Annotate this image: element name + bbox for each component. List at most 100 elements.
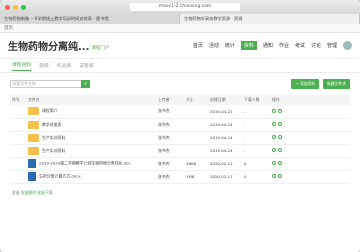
table-row[interactable]: 生药分离计算方式.docx 张书杰 1MB 2020-02-17 0 [10, 170, 350, 184]
table-row[interactable]: 2019-2020第二学期教学计划生物药物分离纯化.doc 张书杰 56KB 2020… [10, 157, 350, 171]
file-downloads: 0 [242, 170, 270, 184]
file-date: 2019-04-24 [208, 131, 242, 145]
file-name[interactable]: 生产实训资料 [42, 148, 65, 153]
file-name[interactable]: 教学进度表 [42, 122, 61, 127]
folder-icon [28, 120, 39, 129]
download-icon[interactable] [278, 161, 282, 165]
file-downloads: 0 [242, 157, 270, 171]
browser-window: mooc1-2.chaoxing.com 生物药物制备 -- 6学期线上教学培训… [0, 0, 360, 252]
file-date: 2020-02-12 [208, 157, 242, 171]
search-input[interactable]: 搜索文件名称 ⌕ [10, 80, 90, 88]
download-icon[interactable] [278, 122, 282, 126]
file-size: 1MB [184, 170, 208, 184]
add-material-button[interactable]: + 添加资料 [291, 79, 320, 89]
file-name[interactable]: 生产实训资料 [42, 135, 65, 140]
file-owner: 张书杰 [156, 118, 184, 132]
home-link[interactable]: 首页 [4, 25, 13, 31]
table-header-row: 序号 文件名 上传者 大小 创建日期 下载人数 操作 [10, 95, 350, 105]
nav-exam[interactable]: 考试 [295, 42, 305, 49]
tab-question-bank[interactable]: 题库 [39, 62, 49, 69]
nav-materials[interactable]: 资料 [240, 41, 257, 50]
col-owner: 上传者 [156, 95, 184, 105]
download-icon[interactable] [278, 135, 282, 139]
row-actions[interactable] [270, 118, 350, 132]
materials-toolbar: 搜索文件名称 ⌕ + 添加资料 新建文件夹 [0, 73, 360, 95]
course-subtitle[interactable]: 课程门户 [91, 45, 109, 51]
download-icon[interactable] [278, 174, 282, 178]
edit-icon[interactable] [272, 108, 276, 113]
nav-activity[interactable]: 活动 [209, 42, 219, 49]
download-icon[interactable] [278, 148, 282, 152]
batch-download-link[interactable]: 批量下载 [37, 190, 52, 195]
file-downloads: - [242, 105, 270, 119]
file-name[interactable]: 2019-2020第二学期教学计划生物药物分离纯化.doc [39, 161, 131, 166]
file-size [184, 144, 208, 158]
table-row[interactable]: 生产实训资料 张书杰 2019-04-24- [10, 131, 350, 145]
avatar[interactable] [343, 41, 352, 50]
word-doc-icon [28, 172, 36, 181]
col-index: 序号 [10, 95, 26, 105]
edit-icon[interactable] [272, 148, 276, 152]
edit-icon[interactable] [272, 174, 276, 178]
file-owner: 张书杰 [156, 157, 184, 171]
minimize-icon[interactable] [13, 4, 18, 10]
search-icon[interactable]: ⌕ [81, 80, 90, 88]
table-row[interactable]: 生产实训资料 张书杰 2019-04-24- [10, 144, 350, 158]
col-actions: 操作 [270, 95, 350, 105]
search-placeholder: 搜索文件名称 [13, 81, 36, 86]
col-filename: 文件名 [26, 95, 156, 105]
row-actions[interactable] [270, 144, 350, 158]
course-nav: 首页 活动 统计 资料 通知 作业 考试 讨论 管理 [193, 41, 352, 50]
file-name[interactable]: 生药分离计算方式.docx [39, 174, 81, 179]
tab-exam-bank[interactable]: 试卷库 [79, 62, 93, 69]
select-all[interactable]: 全选 [12, 190, 20, 195]
col-size: 大小 [184, 95, 208, 105]
browser-tab[interactable]: 生物药物制备 -- 6学期线上教学培训时间安排表 - 图书馆 [0, 14, 180, 24]
nav-home[interactable]: 首页 [193, 42, 203, 49]
nav-manage[interactable]: 管理 [327, 42, 337, 49]
nav-homework[interactable]: 作业 [279, 42, 289, 49]
traffic-lights [5, 4, 26, 10]
file-size [184, 105, 208, 119]
file-owner: 张书杰 [156, 144, 184, 158]
folder-icon [28, 133, 39, 142]
file-name[interactable]: 课程简介 [42, 108, 58, 113]
col-date: 创建日期 [208, 95, 242, 105]
nav-discuss[interactable]: 讨论 [311, 42, 321, 49]
row-actions[interactable] [270, 131, 350, 145]
maximize-icon[interactable] [21, 4, 26, 10]
download-icon[interactable] [278, 108, 282, 113]
material-subtabs: 课程资料 题库 作业库 试卷库 [0, 59, 360, 73]
table-row[interactable]: 教学进度表 张书杰 2019-04-24- [10, 118, 350, 132]
nav-stats[interactable]: 统计 [225, 42, 235, 49]
materials-table: 序号 文件名 上传者 大小 创建日期 下载人数 操作 课程简介 张书杰 2019-0… [10, 95, 350, 184]
file-date: 2019-04-22 [208, 105, 242, 119]
tab-course-materials[interactable]: 课程资料 [12, 61, 32, 71]
browser-tabs: 生物药物制备 -- 6学期线上教学培训时间安排表 - 图书馆 生物药物学高效教学… [0, 14, 360, 24]
file-date: 2019-04-24 [208, 118, 242, 132]
address-bar[interactable]: mooc1-2.chaoxing.com [130, 3, 240, 11]
row-actions[interactable] [270, 105, 350, 119]
batch-delete-link[interactable]: 批量删除 [21, 190, 36, 195]
file-owner: 张书杰 [156, 105, 184, 119]
table-footer: 全选 批量删除 批量下载 [0, 184, 360, 202]
file-date: 2019-04-24 [208, 144, 242, 158]
row-actions[interactable] [270, 170, 350, 184]
table-row[interactable]: 课程简介 张书杰 2019-04-22- [10, 105, 350, 119]
edit-icon[interactable] [272, 161, 276, 165]
tab-homework-bank[interactable]: 作业库 [57, 62, 71, 69]
browser-tab-active[interactable]: 生物药物学高效教学资源 · 资源 [180, 14, 360, 24]
file-owner: 张书杰 [156, 170, 184, 184]
file-downloads: - [242, 144, 270, 158]
row-actions[interactable] [270, 157, 350, 171]
edit-icon[interactable] [272, 135, 276, 139]
new-folder-button[interactable]: 新建文件夹 [323, 79, 350, 89]
course-header: 生物药物分离纯... 课程门户 首页 活动 统计 资料 通知 作业 考试 讨论 … [0, 33, 360, 59]
col-downloads: 下载人数 [242, 95, 270, 105]
file-size [184, 118, 208, 132]
file-size [184, 131, 208, 145]
file-owner: 张书杰 [156, 131, 184, 145]
close-icon[interactable] [5, 4, 10, 10]
edit-icon[interactable] [272, 122, 276, 126]
nav-notice[interactable]: 通知 [263, 42, 273, 49]
